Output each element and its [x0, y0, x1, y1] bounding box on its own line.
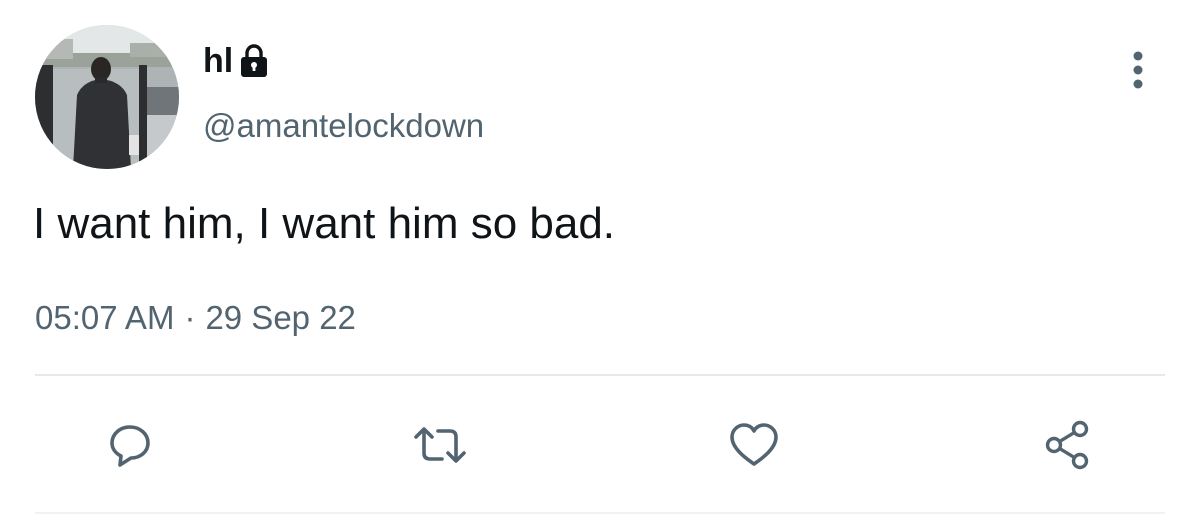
more-options-button[interactable] [1120, 48, 1156, 92]
retweet-button[interactable] [410, 415, 470, 475]
avatar-image [35, 25, 179, 169]
meta-separator: · [184, 299, 196, 336]
share-button[interactable] [1038, 415, 1098, 475]
avatar[interactable] [35, 25, 179, 169]
like-button[interactable] [724, 415, 784, 475]
bottom-divider [35, 512, 1165, 514]
tweet-date: 29 Sep 22 [205, 299, 356, 336]
tweet-timestamp[interactable]: 05:07 AM · 29 Sep 22 [35, 298, 356, 338]
share-icon [1045, 420, 1089, 470]
more-vertical-icon [1133, 51, 1143, 89]
display-name-row: hl [203, 34, 269, 88]
tweet-card: hl @amantelockdown I want him, I want hi… [0, 0, 1200, 530]
tweet-text: I want him, I want him so bad. [33, 199, 616, 248]
lock-icon [239, 43, 269, 79]
reply-icon [110, 425, 150, 467]
tweet-time: 05:07 AM [35, 299, 175, 336]
retweet-icon [414, 427, 466, 463]
divider [35, 374, 1165, 376]
user-handle[interactable]: @amantelockdown [203, 106, 484, 146]
display-name[interactable]: hl [203, 44, 233, 78]
heart-icon [730, 423, 778, 466]
reply-button[interactable] [100, 415, 160, 475]
action-bar [0, 415, 1200, 475]
